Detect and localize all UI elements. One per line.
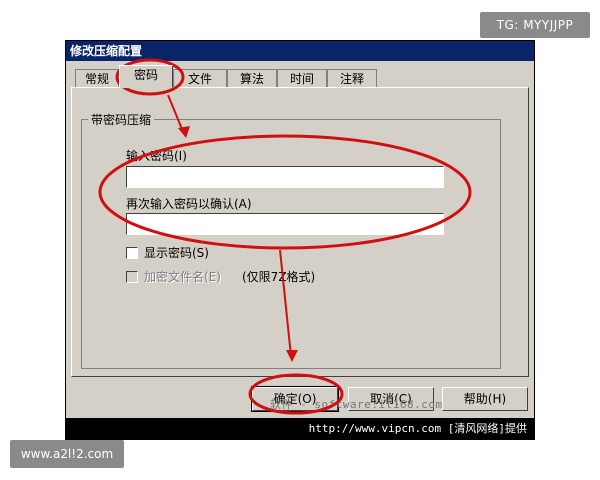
- annotation-circle-fields: [98, 134, 472, 250]
- tab-password[interactable]: 密码: [119, 65, 173, 88]
- annotation-arrow-line-2: [279, 249, 292, 357]
- annotation-arrowhead-2: [286, 350, 298, 362]
- red-annotations: [98, 58, 472, 415]
- annotation-arrowhead-1: [178, 126, 190, 138]
- annotation-circle-ok: [248, 373, 344, 415]
